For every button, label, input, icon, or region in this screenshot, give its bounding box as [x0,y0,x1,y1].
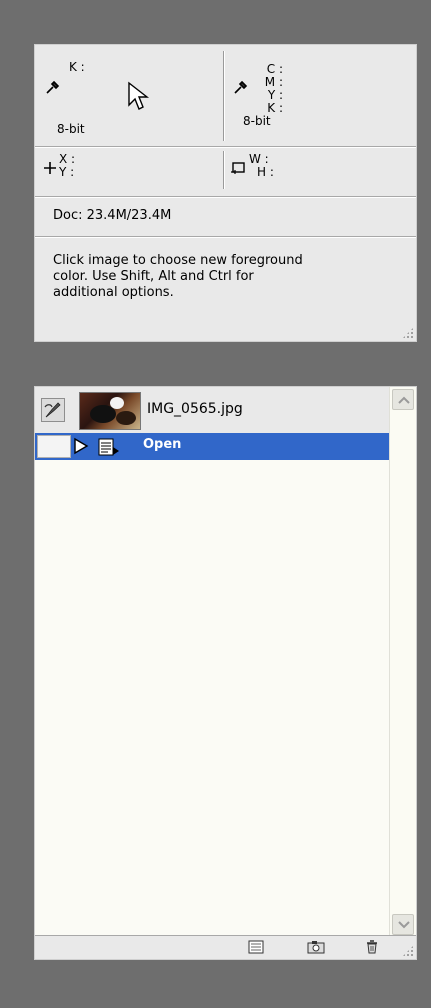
scroll-down-button[interactable] [392,914,414,935]
resize-grip[interactable] [402,945,414,957]
camera-icon[interactable] [307,940,325,954]
selection-size-icon [231,162,245,174]
help-text-line1: Click image to choose new foreground [53,253,303,268]
bitdepth-right: 8-bit [243,114,271,128]
state-pointer-icon [74,437,89,455]
history-brush-source-toggle[interactable] [41,398,65,422]
help-text-line3: additional options. [53,285,174,300]
trash-icon[interactable] [363,940,381,954]
history-state-row[interactable]: Open [35,433,391,460]
history-state-label: Open [143,437,182,452]
k-label: K : [69,60,85,74]
snapshot-row[interactable]: IMG_0565.jpg [35,387,391,434]
eyedropper-icon [234,80,248,94]
chevron-down-icon [398,921,410,929]
history-footer [35,935,416,959]
scroll-up-button[interactable] [392,389,414,410]
history-scrollbar[interactable] [389,387,416,937]
snapshot-thumbnail [79,392,141,430]
eyedropper-icon [46,80,60,94]
cursor-arrow-icon [128,81,150,110]
chevron-up-icon [398,396,410,404]
y-coord-label: Y : [59,165,75,179]
snapshot-name: IMG_0565.jpg [147,401,243,417]
history-panel: IMG_0565.jpg Open [34,386,417,960]
h-label: H : [257,165,274,179]
open-document-icon [98,438,119,456]
crosshair-icon [44,162,56,174]
info-panel: K : 8-bit C : M : Y : K : 8-bit X : Y : … [34,44,417,342]
history-brush-icon [44,402,61,418]
doc-size: Doc: 23.4M/23.4M [53,208,172,223]
resize-grip[interactable] [402,327,414,339]
bitdepth-left: 8-bit [57,122,85,136]
new-document-icon[interactable] [247,940,265,954]
help-text-line2: color. Use Shift, Alt and Ctrl for [53,269,254,284]
history-state-source[interactable] [37,435,71,458]
